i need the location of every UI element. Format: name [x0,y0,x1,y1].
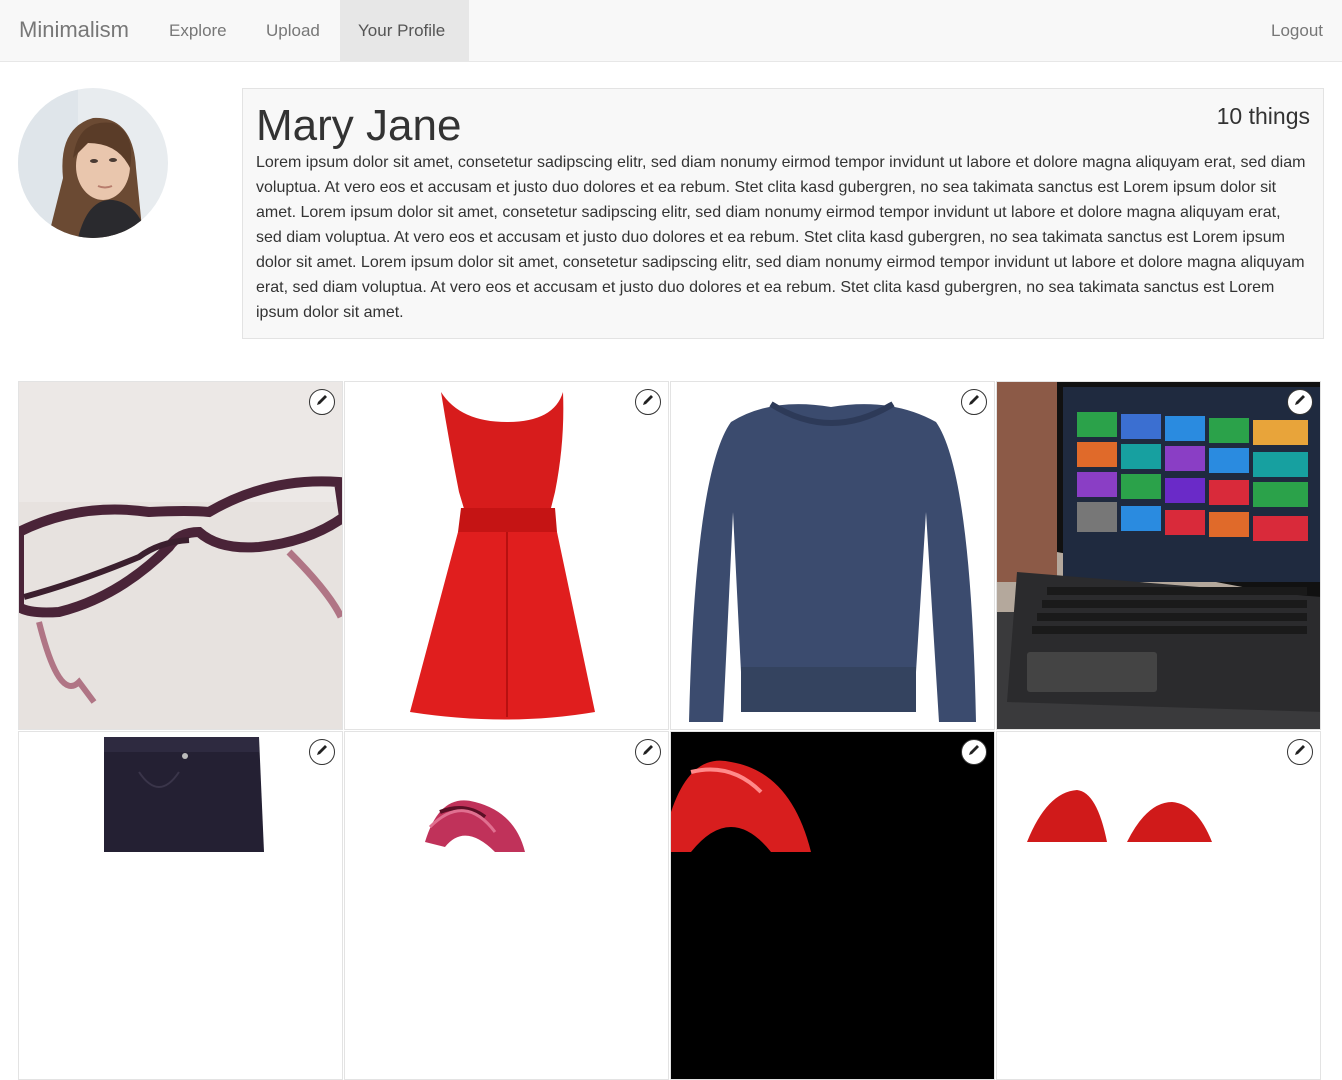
pencil-icon [967,393,981,412]
edit-button[interactable] [635,739,661,765]
nav-explore[interactable]: Explore [151,0,245,61]
pencil-icon [641,743,655,762]
things-count: 10 things [1216,103,1310,129]
thing-tile-red-dress[interactable] [344,381,669,730]
brand-logo[interactable]: Minimalism [19,17,129,43]
thing-tile-sweater[interactable] [670,381,995,730]
pencil-icon [1293,393,1307,412]
avatar [18,88,168,238]
edit-button[interactable] [1287,389,1313,415]
profile-bio-panel: Mary Jane 10 things Lorem ipsum dolor si… [242,88,1324,339]
pencil-icon [1293,743,1307,762]
thing-tile-red-pumps[interactable] [996,731,1321,1080]
navbar: Minimalism Explore Upload Your Profile L… [0,0,1342,62]
edit-button[interactable] [309,739,335,765]
edit-button[interactable] [309,389,335,415]
edit-button[interactable] [635,389,661,415]
profile-name: Mary Jane [256,101,462,150]
pencil-icon [967,743,981,762]
logout-link[interactable]: Logout [1271,0,1323,61]
thing-tile-shoes[interactable] [344,731,669,1080]
pencil-icon [315,393,329,412]
nav-your-profile[interactable]: Your Profile [340,0,469,61]
thing-tile-laptop[interactable] [996,381,1321,730]
thing-tile-glasses[interactable] [18,381,343,730]
edit-button[interactable] [1287,739,1313,765]
edit-button[interactable] [961,389,987,415]
thing-tile-red-heel[interactable] [670,731,995,1080]
pencil-icon [315,743,329,762]
profile-bio: Lorem ipsum dolor sit amet, consetetur s… [256,154,1306,321]
edit-button[interactable] [961,739,987,765]
thing-tile-pants[interactable] [18,731,343,1080]
pencil-icon [641,393,655,412]
nav-upload[interactable]: Upload [248,0,338,61]
